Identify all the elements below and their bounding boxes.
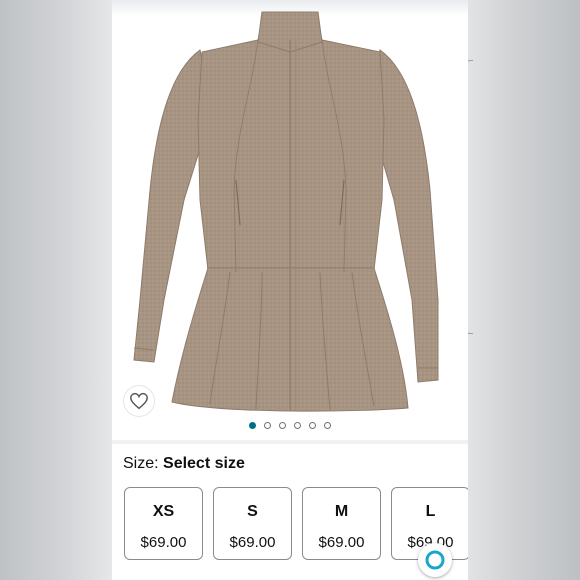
carousel-indicators [112, 422, 468, 434]
size-selector-heading: Size: Select size [123, 455, 245, 473]
carousel-dot[interactable] [264, 422, 271, 429]
product-image[interactable] [112, 0, 468, 420]
size-option-label: S [247, 503, 258, 520]
heart-outline-icon [130, 392, 148, 410]
size-option-m[interactable]: M $69.00 [302, 487, 381, 560]
size-label: Size: [123, 455, 164, 472]
jacket-illustration [133, 11, 439, 412]
size-option-price: $69.00 [140, 534, 187, 551]
size-option-label: M [334, 503, 349, 520]
size-option-price: $69.00 [229, 534, 276, 551]
carousel-dot[interactable] [279, 422, 286, 429]
size-options: XS $69.00 S $69.00 M $69.00 L $69.00 [124, 487, 468, 563]
carousel-dot[interactable] [249, 422, 256, 429]
carousel-dot[interactable] [324, 422, 331, 429]
alexa-ring-icon [425, 550, 445, 570]
size-option-price: $69.00 [318, 534, 365, 551]
size-option-label: XS [152, 503, 175, 520]
product-card: Size: Select size XS $69.00 S $69.00 M $… [112, 0, 468, 580]
size-option-s[interactable]: S $69.00 [213, 487, 292, 560]
size-value: Select size [163, 455, 245, 472]
alexa-button[interactable] [418, 543, 452, 577]
section-divider [112, 440, 468, 444]
size-option-xs[interactable]: XS $69.00 [124, 487, 203, 560]
carousel-dot[interactable] [309, 422, 316, 429]
size-option-label: L [425, 503, 436, 520]
carousel-dot[interactable] [294, 422, 301, 429]
wishlist-button[interactable] [124, 386, 154, 416]
